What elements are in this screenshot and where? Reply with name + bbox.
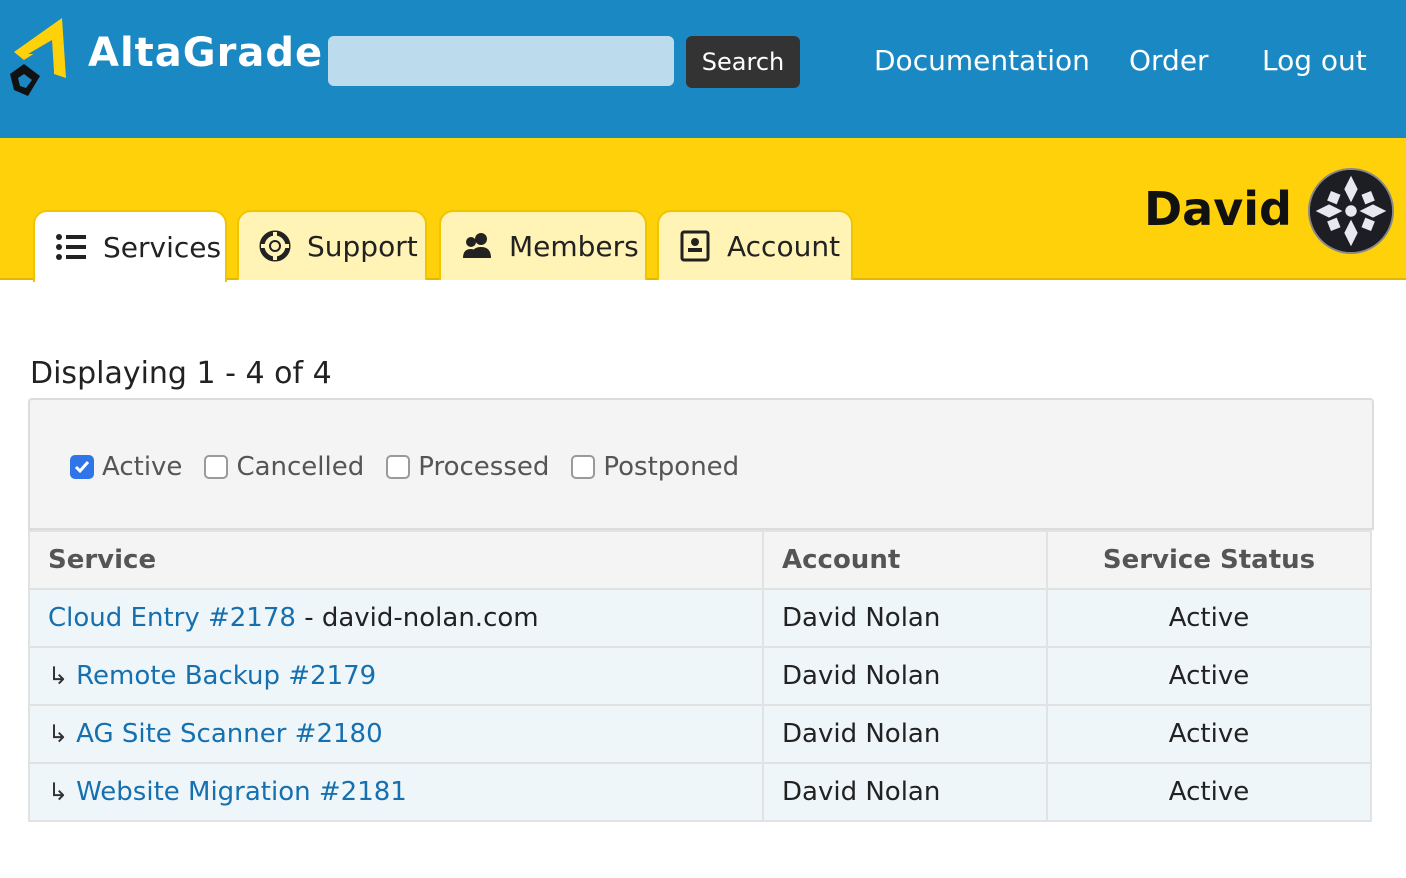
child-arrow-icon: ↳ [48, 720, 69, 748]
service-link[interactable]: Website Migration #2181 [76, 777, 407, 807]
tab-label: Support [307, 229, 418, 263]
avatar[interactable] [1308, 168, 1394, 254]
contact-card-icon [680, 230, 710, 262]
search-input[interactable] [328, 36, 674, 86]
table-row: ↳ Website Migration #2181 David Nolan Act… [28, 762, 1372, 822]
account-cell: David Nolan [762, 762, 1048, 822]
nav-logout-link[interactable]: Log out [1262, 44, 1367, 77]
table-row: ↳ Remote Backup #2179 David Nolan Active [28, 646, 1372, 706]
status-filter-panel: Active Cancelled Processed Postponed [28, 398, 1374, 530]
column-header-status[interactable]: Service Status [1046, 530, 1372, 590]
user-name[interactable]: David [1144, 182, 1292, 236]
tab-services[interactable]: Services [33, 210, 227, 282]
checkbox-icon[interactable] [386, 455, 411, 479]
filter-cancelled[interactable]: Cancelled [204, 452, 364, 482]
brand-name[interactable]: AltaGrade [88, 30, 323, 76]
altagrade-logo-icon[interactable] [6, 14, 70, 98]
column-header-service[interactable]: Service [28, 530, 764, 590]
status-cell: Active [1046, 704, 1372, 764]
services-table: Service Account Service Status Cloud Ent… [28, 530, 1372, 822]
status-cell: Active [1046, 762, 1372, 822]
account-cell: David Nolan [762, 646, 1048, 706]
status-filters: Active Cancelled Processed Postponed [70, 452, 739, 482]
list-icon [56, 234, 86, 260]
filter-label: Processed [418, 452, 550, 482]
tab-support[interactable]: Support [237, 210, 427, 280]
nav-order-link[interactable]: Order [1129, 44, 1209, 77]
tab-label: Account [727, 229, 841, 263]
table-header-row: Service Account Service Status [28, 530, 1372, 590]
displaying-count: Displaying 1 - 4 of 4 [30, 356, 332, 391]
status-cell: Active [1046, 646, 1372, 706]
checkbox-icon[interactable] [571, 455, 596, 479]
column-header-account[interactable]: Account [762, 530, 1048, 590]
service-link[interactable]: Remote Backup #2179 [76, 661, 376, 691]
checkbox-icon[interactable] [204, 455, 229, 479]
account-cell: David Nolan [762, 704, 1048, 764]
status-cell: Active [1046, 588, 1372, 648]
table-row: Cloud Entry #2178 - david-nolan.com Davi… [28, 588, 1372, 648]
service-domain: - david-nolan.com [295, 603, 539, 633]
filter-postponed[interactable]: Postponed [571, 452, 739, 482]
top-navbar: AltaGrade Search Documentation Order Log… [0, 0, 1406, 138]
filter-label: Active [102, 452, 183, 482]
service-cell: ↳ Remote Backup #2179 [28, 646, 764, 706]
checkbox-checked-icon[interactable] [70, 455, 94, 479]
table-row: ↳ AG Site Scanner #2180 David Nolan Activ… [28, 704, 1372, 764]
tab-label: Members [509, 229, 639, 263]
tab-members[interactable]: Members [439, 210, 647, 280]
account-cell: David Nolan [762, 588, 1048, 648]
service-cell: ↳ Website Migration #2181 [28, 762, 764, 822]
nav-documentation-link[interactable]: Documentation [874, 44, 1090, 77]
users-icon [463, 233, 491, 258]
filter-label: Postponed [603, 452, 740, 482]
service-cell: Cloud Entry #2178 - david-nolan.com [28, 588, 764, 648]
lifebuoy-icon [259, 230, 291, 262]
child-arrow-icon: ↳ [48, 662, 69, 690]
tab-label: Services [103, 230, 222, 264]
child-arrow-icon: ↳ [48, 778, 69, 806]
filter-active[interactable]: Active [70, 452, 182, 482]
tab-band: Services Support Members Account David [0, 138, 1406, 282]
filter-label: Cancelled [236, 452, 365, 482]
service-cell: ↳ AG Site Scanner #2180 [28, 704, 764, 764]
filter-processed[interactable]: Processed [386, 452, 549, 482]
service-link[interactable]: Cloud Entry #2178 [48, 603, 296, 633]
service-link[interactable]: AG Site Scanner #2180 [76, 719, 383, 749]
search-button[interactable]: Search [686, 36, 800, 88]
tab-account[interactable]: Account [657, 210, 853, 280]
